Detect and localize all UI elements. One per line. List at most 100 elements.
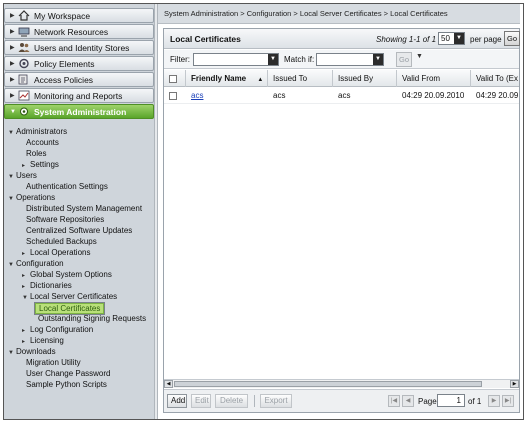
page-of-label: of 1 <box>468 397 482 406</box>
tree-item-distributed-system-management[interactable]: Distributed System Management <box>26 203 142 214</box>
users-icon <box>18 42 30 53</box>
certificates-panel: Local Certificates Showing 1-1 of 1 50 ▼… <box>163 28 520 413</box>
sidebar: ▶ My Workspace ▶ Network Resources ▶ Use… <box>4 4 154 419</box>
drawer-access-policies[interactable]: ▶ Access Policies <box>4 72 154 87</box>
filter-bar: Filter: ▼ Match if: ▼ Go ▼ <box>164 50 519 69</box>
workspace-icon <box>18 10 30 21</box>
tree-item-local-operations[interactable]: ▸ Local Operations <box>22 247 90 258</box>
select-all-checkbox[interactable] <box>169 74 177 83</box>
export-button[interactable]: Export <box>260 394 292 408</box>
drawer-label: My Workspace <box>34 10 91 21</box>
drawer-label: Monitoring and Reports <box>34 90 123 101</box>
first-page-icon[interactable]: |◀ <box>388 395 400 407</box>
match-if-label: Match if: <box>284 55 315 64</box>
issued-to-cell: acs <box>273 91 286 100</box>
drawer-policy-elements[interactable]: ▶ Policy Elements <box>4 56 154 71</box>
main-content: System Administration > Configuration > … <box>158 4 520 419</box>
tree-item-licensing[interactable]: ▸ Licensing <box>22 335 64 346</box>
tree-item-dictionaries[interactable]: ▸ Dictionaries <box>22 280 72 291</box>
tree-item-accounts[interactable]: Accounts <box>26 137 59 148</box>
page-label: Page <box>418 397 437 406</box>
delete-button[interactable]: Delete <box>215 394 248 408</box>
valid-to-cell: 04:29 20.09 <box>476 91 519 100</box>
expand-arrow-icon: ▶ <box>10 61 15 67</box>
tree-item-outstanding-signing-requests[interactable]: Outstanding Signing Requests <box>38 313 146 324</box>
expand-arrow-icon: ▶ <box>10 77 15 83</box>
issued-by-cell: acs <box>338 91 351 100</box>
table-row[interactable]: acs acs acs 04:29 20.09.2010 04:29 20.09 <box>164 88 519 104</box>
chevron-down-icon: ▼ <box>373 54 383 65</box>
filter-label: Filter: <box>170 55 190 64</box>
showing-count: Showing 1-1 of 1 <box>376 35 437 44</box>
network-icon <box>18 26 30 37</box>
tree-item-local-server-certificates[interactable]: ▼ Local Server Certificates <box>22 291 117 302</box>
chevron-down-icon: ▼ <box>268 54 278 65</box>
filter-options-icon[interactable]: ▼ <box>416 53 423 60</box>
next-page-icon[interactable]: ▶ <box>488 395 500 407</box>
page-number-input[interactable]: 1 <box>437 394 465 407</box>
add-button[interactable]: Add <box>167 394 187 408</box>
tree-item-user-change-password[interactable]: User Change Password <box>26 368 110 379</box>
system-admin-icon <box>18 106 30 117</box>
last-page-icon[interactable]: ▶| <box>502 395 514 407</box>
expand-arrow-icon: ▶ <box>10 29 15 35</box>
tree-item-authentication-settings[interactable]: Authentication Settings <box>26 181 108 192</box>
tree-item-users[interactable]: ▼ Users <box>8 170 37 181</box>
drawer-users-identity[interactable]: ▶ Users and Identity Stores <box>4 40 154 55</box>
filter-select[interactable]: ▼ <box>193 53 279 66</box>
drawer-label: Policy Elements <box>34 58 95 69</box>
tree-item-software-repositories[interactable]: Software Repositories <box>26 214 104 225</box>
drawer-monitoring-reports[interactable]: ▶ Monitoring and Reports <box>4 88 154 103</box>
monitoring-icon <box>18 90 30 101</box>
expand-arrow-icon: ▶ <box>10 45 15 51</box>
breadcrumb: System Administration > Configuration > … <box>158 4 520 24</box>
per-page-select[interactable]: 50 ▼ <box>438 32 465 45</box>
sort-ascending-icon: ▲ <box>257 77 264 83</box>
tree-item-settings[interactable]: ▸ Settings <box>22 159 59 170</box>
valid-from-cell: 04:29 20.09.2010 <box>402 91 465 100</box>
tree-item-administrators[interactable]: ▼ Administrators <box>8 126 67 137</box>
column-issued-to[interactable]: Issued To <box>268 70 333 87</box>
tree-item-log-configuration[interactable]: ▸ Log Configuration <box>22 324 93 335</box>
tree-item-global-system-options[interactable]: ▸ Global System Options <box>22 269 112 280</box>
filter-go-button[interactable]: Go <box>396 52 412 67</box>
expand-arrow-icon: ▶ <box>10 13 15 19</box>
tree-item-operations[interactable]: ▼ Operations <box>8 192 55 203</box>
match-if-select[interactable]: ▼ <box>316 53 384 66</box>
drawer-label: Network Resources <box>34 26 109 37</box>
per-page-go-button[interactable]: Go <box>504 31 520 46</box>
tree-item-roles[interactable]: Roles <box>26 148 46 159</box>
collapse-arrow-icon: ▼ <box>10 108 16 115</box>
column-valid-from[interactable]: Valid From <box>397 70 471 87</box>
drawer-label: Users and Identity Stores <box>34 42 130 53</box>
per-page-label: per page <box>470 35 502 44</box>
tree-item-scheduled-backups[interactable]: Scheduled Backups <box>26 236 97 247</box>
tree-item-migration-utility[interactable]: Migration Utility <box>26 357 81 368</box>
tree-item-sample-python-scripts[interactable]: Sample Python Scripts <box>26 379 107 390</box>
edit-button[interactable]: Edit <box>191 394 211 408</box>
friendly-name-link[interactable]: acs <box>191 91 203 100</box>
policy-elements-icon <box>18 58 30 69</box>
tree-item-downloads[interactable]: ▼ Downloads <box>8 346 56 357</box>
scroll-left-icon[interactable]: ◀ <box>164 380 173 388</box>
horizontal-scrollbar[interactable]: ◀ ▶ <box>164 379 519 388</box>
drawer-network-resources[interactable]: ▶ Network Resources <box>4 24 154 39</box>
column-friendly-name[interactable]: Friendly Name ▲ <box>186 70 268 87</box>
panel-title: Local Certificates <box>170 34 241 44</box>
column-issued-by[interactable]: Issued By <box>333 70 397 87</box>
select-all-cell <box>164 70 186 87</box>
column-valid-to[interactable]: Valid To (Ex <box>471 70 519 87</box>
drawer-system-administration[interactable]: ▼ System Administration <box>4 104 154 119</box>
scroll-thumb[interactable] <box>174 381 482 387</box>
row-checkbox[interactable] <box>169 91 177 100</box>
expand-arrow-icon: ▶ <box>10 93 15 99</box>
panel-header: Local Certificates Showing 1-1 of 1 50 ▼… <box>164 29 520 49</box>
access-policies-icon <box>18 74 30 85</box>
drawer-label: Access Policies <box>34 74 94 85</box>
table-header: Friendly Name ▲ Issued To Issued By Vali… <box>164 70 519 87</box>
scroll-right-icon[interactable]: ▶ <box>510 380 519 388</box>
tree-item-configuration[interactable]: ▼ Configuration <box>8 258 64 269</box>
previous-page-icon[interactable]: ◀ <box>402 395 414 407</box>
tree-item-centralized-software-updates[interactable]: Centralized Software Updates <box>26 225 132 236</box>
drawer-my-workspace[interactable]: ▶ My Workspace <box>4 8 154 23</box>
